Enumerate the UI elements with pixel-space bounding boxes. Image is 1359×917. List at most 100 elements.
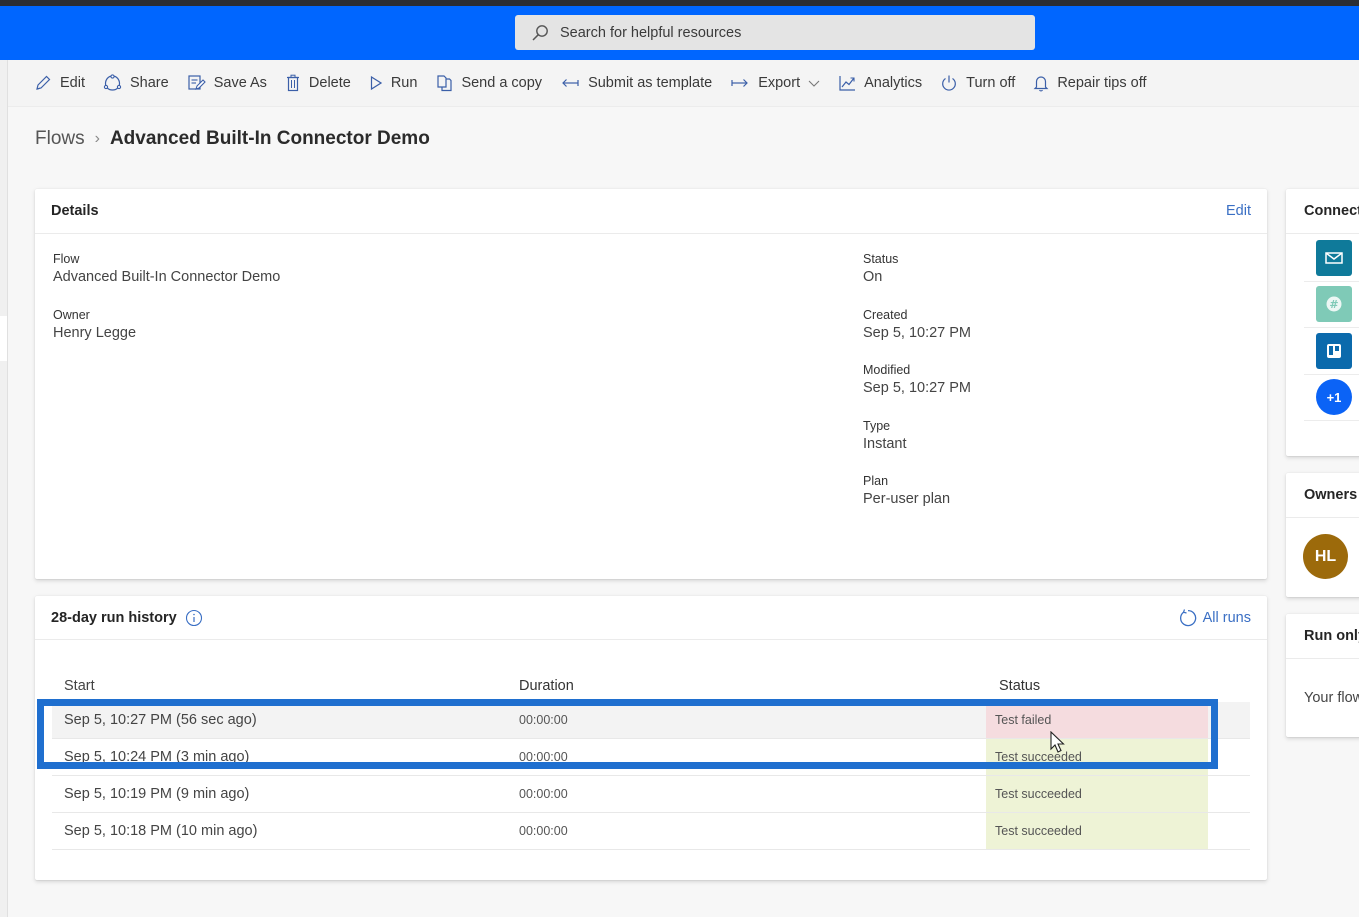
save-as-label: Save As (213, 75, 267, 91)
run-status-badge: Test succeeded (986, 739, 1208, 775)
top-header: Search for helpful resources (0, 6, 1359, 60)
field-value: Sep 5, 10:27 PM (863, 380, 972, 396)
refresh-icon (1179, 608, 1196, 626)
connections-list: # +1 (1286, 235, 1359, 421)
column-header-start[interactable]: Start (52, 678, 519, 694)
left-nav-rail (0, 60, 8, 917)
column-header-status[interactable]: Status (986, 678, 1208, 694)
delete-label: Delete (308, 75, 351, 91)
play-icon (370, 75, 382, 91)
search-icon (532, 24, 548, 41)
edit-button[interactable]: Edit (34, 74, 85, 92)
run-history-table: Start Duration Status Sep 5, 10:27 PM (5… (52, 670, 1250, 850)
turn-off-button[interactable]: Turn off (940, 74, 1015, 92)
all-runs-label: All runs (1202, 609, 1251, 626)
owners-card: Owners HL (1286, 473, 1359, 597)
run-duration: 00:00:00 (519, 787, 568, 801)
save-as-button[interactable]: Save As (187, 74, 267, 92)
breadcrumb: Flows › Advanced Built-In Connector Demo (35, 128, 430, 150)
field-label: Status (863, 252, 899, 266)
trash-icon (286, 74, 299, 92)
chevron-down-icon (808, 80, 820, 87)
run-history-card: 28-day run history All runs Start Durati… (35, 596, 1267, 880)
run-only-title: Run only users (1304, 628, 1359, 644)
run-only-text: Your flow hasn't been shared with anyone… (1304, 690, 1359, 706)
column-header-duration[interactable]: Duration (519, 678, 986, 694)
run-duration: 00:00:00 (519, 713, 568, 727)
details-title: Details (51, 203, 99, 219)
run-label: Run (390, 75, 418, 91)
search-placeholder: Search for helpful resources (560, 24, 742, 41)
pencil-icon (36, 75, 51, 90)
field-plan: Plan Per-user plan (863, 474, 950, 507)
more-connections-badge[interactable]: +1 (1316, 379, 1352, 416)
field-created: Created Sep 5, 10:27 PM (863, 308, 971, 341)
details-edit-link[interactable]: Edit (1226, 203, 1251, 219)
table-row[interactable]: Sep 5, 10:18 PM (10 min ago) 00:00:00 Te… (52, 813, 1250, 850)
page-title: Advanced Built-In Connector Demo (109, 128, 430, 149)
share-button[interactable]: Share (103, 74, 169, 92)
send-copy-button[interactable]: Send a copy (435, 74, 542, 92)
details-card: Details Edit Flow Advanced Built-In Conn… (35, 189, 1267, 579)
bell-icon (1033, 76, 1049, 92)
repair-tips-button[interactable]: Repair tips off (1033, 74, 1147, 92)
all-runs-link[interactable]: All runs (1177, 608, 1251, 628)
field-modified: Modified Sep 5, 10:27 PM (863, 363, 971, 396)
edit-label: Edit (60, 75, 85, 91)
field-owner: Owner Henry Legge (53, 308, 136, 341)
field-label: Flow (53, 252, 80, 266)
owners-title: Owners (1304, 487, 1358, 503)
run-button[interactable]: Run (369, 74, 418, 92)
power-icon (942, 75, 957, 91)
run-start: Sep 5, 10:24 PM (3 min ago) (64, 749, 250, 765)
field-status: Status On (863, 252, 898, 285)
connections-title: Connections (1304, 203, 1359, 219)
field-value: Sep 5, 10:27 PM (863, 325, 972, 341)
run-only-users-card: Run only users Your flow hasn't been sha… (1286, 614, 1359, 737)
turn-off-label: Turn off (966, 75, 1016, 91)
mouse-cursor-icon (1050, 731, 1065, 753)
export-button[interactable]: Export (730, 74, 820, 92)
submit-template-label: Submit as template (588, 75, 713, 91)
run-start: Sep 5, 10:19 PM (9 min ago) (64, 786, 250, 802)
run-duration: 00:00:00 (519, 824, 568, 838)
chart-line-icon (839, 76, 856, 91)
field-label: Modified (863, 363, 911, 377)
run-status-badge: Test failed (986, 702, 1208, 738)
connection-item[interactable]: +1 (1304, 375, 1359, 421)
trello-icon (1327, 343, 1341, 358)
search-box[interactable]: Search for helpful resources (515, 15, 1035, 50)
run-status-badge: Test succeeded (986, 813, 1208, 849)
breadcrumb-flows-link[interactable]: Flows (35, 128, 85, 150)
submit-template-button[interactable]: Submit as template (560, 74, 712, 92)
run-duration: 00:00:00 (519, 750, 568, 764)
table-row[interactable]: Sep 5, 10:19 PM (9 min ago) 00:00:00 Tes… (52, 776, 1250, 813)
connections-card: Connections # +1 (1286, 189, 1359, 456)
mail-connector-tile (1316, 239, 1352, 276)
arrow-left-bar-icon (562, 79, 579, 87)
delete-button[interactable]: Delete (285, 74, 351, 92)
slack-connector-tile: # (1316, 286, 1352, 323)
copy-icon (437, 75, 453, 92)
send-copy-label: Send a copy (461, 75, 543, 91)
run-status-badge: Test succeeded (986, 776, 1208, 812)
info-icon[interactable] (185, 609, 203, 627)
run-history-title: 28-day run history (51, 609, 177, 626)
field-flow: Flow Advanced Built-In Connector Demo (53, 252, 280, 285)
field-value: Henry Legge (53, 325, 137, 341)
field-label: Plan (863, 474, 889, 488)
left-nav-selected-marker (0, 316, 7, 361)
connection-item[interactable]: # (1304, 282, 1359, 328)
analytics-button[interactable]: Analytics (838, 74, 922, 92)
avatar[interactable]: HL (1303, 534, 1348, 579)
table-row[interactable]: Sep 5, 10:27 PM (56 sec ago) 00:00:00 Te… (52, 702, 1250, 739)
field-value: Instant (863, 436, 907, 452)
table-row[interactable]: Sep 5, 10:24 PM (3 min ago) 00:00:00 Tes… (52, 739, 1250, 776)
arrow-right-bar-icon (731, 79, 749, 87)
mail-icon (1325, 252, 1343, 264)
connection-item[interactable] (1304, 235, 1359, 282)
share-icon (103, 74, 122, 91)
connection-item[interactable] (1304, 328, 1359, 375)
repair-tips-label: Repair tips off (1057, 75, 1147, 91)
field-value: Per-user plan (863, 491, 951, 507)
